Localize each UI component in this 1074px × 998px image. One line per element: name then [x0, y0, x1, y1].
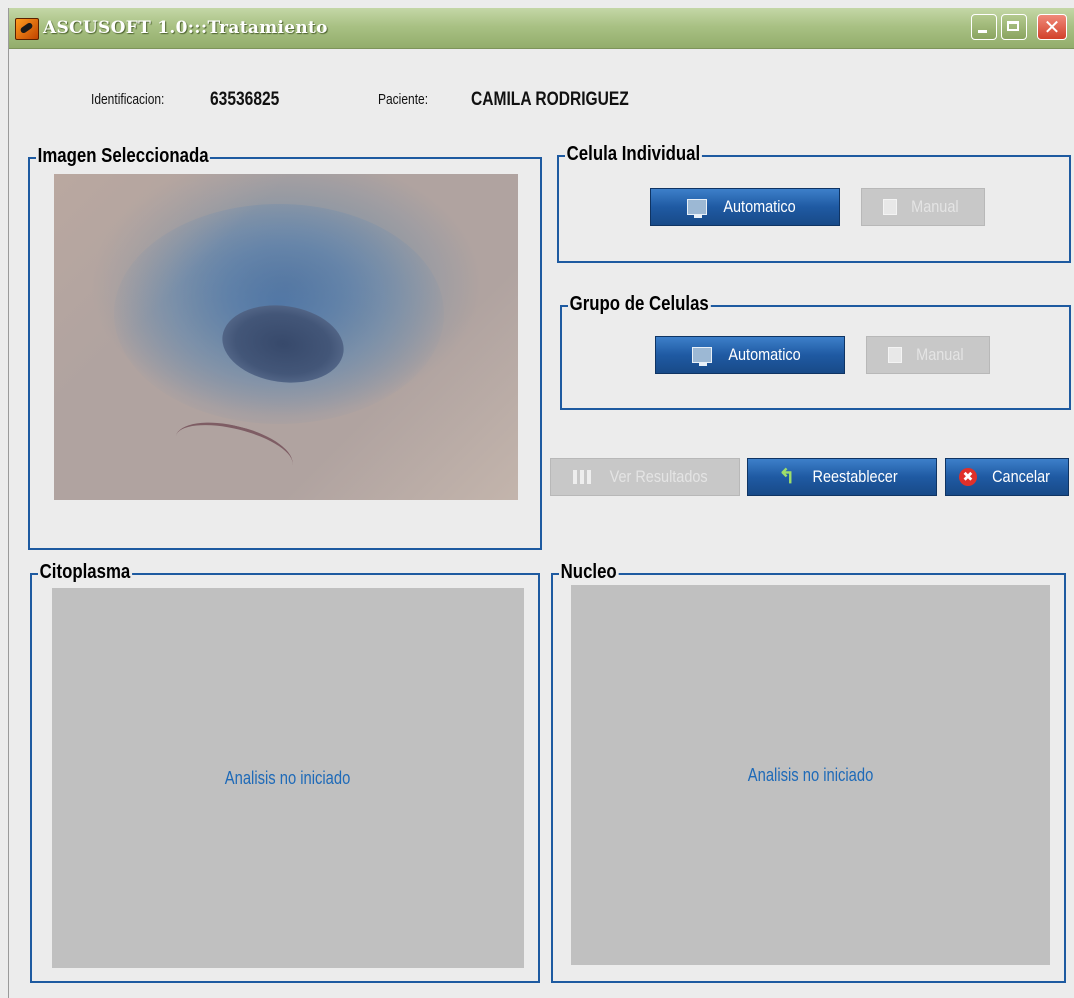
celula-individual-title: Celula Individual: [565, 143, 702, 166]
minimize-button[interactable]: [971, 14, 997, 40]
citoplasma-panel: Analisis no iniciado: [52, 588, 524, 968]
ver-resultados-button[interactable]: Ver Resultados: [550, 458, 740, 496]
monitor-icon: [692, 347, 713, 366]
monitor-icon: [687, 199, 708, 218]
cancelar-button[interactable]: ✖ Cancelar: [945, 458, 1069, 496]
grupo-automatico-button[interactable]: Automatico: [655, 336, 845, 374]
nucleo-status: Analisis no iniciado: [747, 764, 874, 785]
image-tint: [54, 174, 518, 500]
citoplasma-title: Citoplasma: [38, 561, 132, 584]
bar-chart-icon: [573, 470, 592, 484]
selected-cell-image: [54, 174, 518, 500]
grupo-manual-label: Manual: [916, 345, 964, 364]
celula-automatico-button[interactable]: Automatico: [650, 188, 840, 226]
reestablecer-label: Reestablecer: [812, 467, 898, 486]
undo-icon: ↰: [778, 466, 796, 488]
close-icon: ✕: [1043, 15, 1061, 39]
celula-manual-button[interactable]: Manual: [861, 188, 985, 226]
grupo-celulas-title: Grupo de Celulas: [568, 293, 711, 316]
celula-automatico-label: Automatico: [723, 197, 797, 216]
id-value: 63536825: [210, 89, 280, 110]
close-button[interactable]: ✕: [1037, 14, 1067, 40]
nucleo-title: Nucleo: [559, 561, 619, 584]
title-bar[interactable]: ASCUSOFT 1.0:::Tratamiento ✕: [9, 8, 1074, 49]
calculator-icon: [883, 199, 898, 215]
image-group-title: Imagen Seleccionada: [36, 145, 211, 168]
calculator-icon: [888, 347, 903, 363]
reestablecer-button[interactable]: ↰ Reestablecer: [747, 458, 937, 496]
app-icon: [15, 18, 39, 40]
citoplasma-status: Analisis no iniciado: [225, 767, 351, 788]
celula-manual-label: Manual: [911, 197, 959, 216]
grupo-automatico-label: Automatico: [728, 345, 802, 364]
patient-label: Paciente:: [378, 91, 429, 108]
patient-name: CAMILA RODRIGUEZ: [471, 89, 629, 110]
maximize-button[interactable]: [1001, 14, 1027, 40]
cancelar-label: Cancelar: [992, 467, 1050, 486]
nucleo-panel: Analisis no iniciado: [571, 585, 1050, 965]
id-label: Identificacion:: [91, 91, 165, 108]
window-title: ASCUSOFT 1.0:::Tratamiento: [43, 18, 328, 38]
cancel-icon: ✖: [958, 468, 977, 486]
grupo-manual-button[interactable]: Manual: [866, 336, 990, 374]
ver-resultados-label: Ver Resultados: [609, 467, 708, 486]
